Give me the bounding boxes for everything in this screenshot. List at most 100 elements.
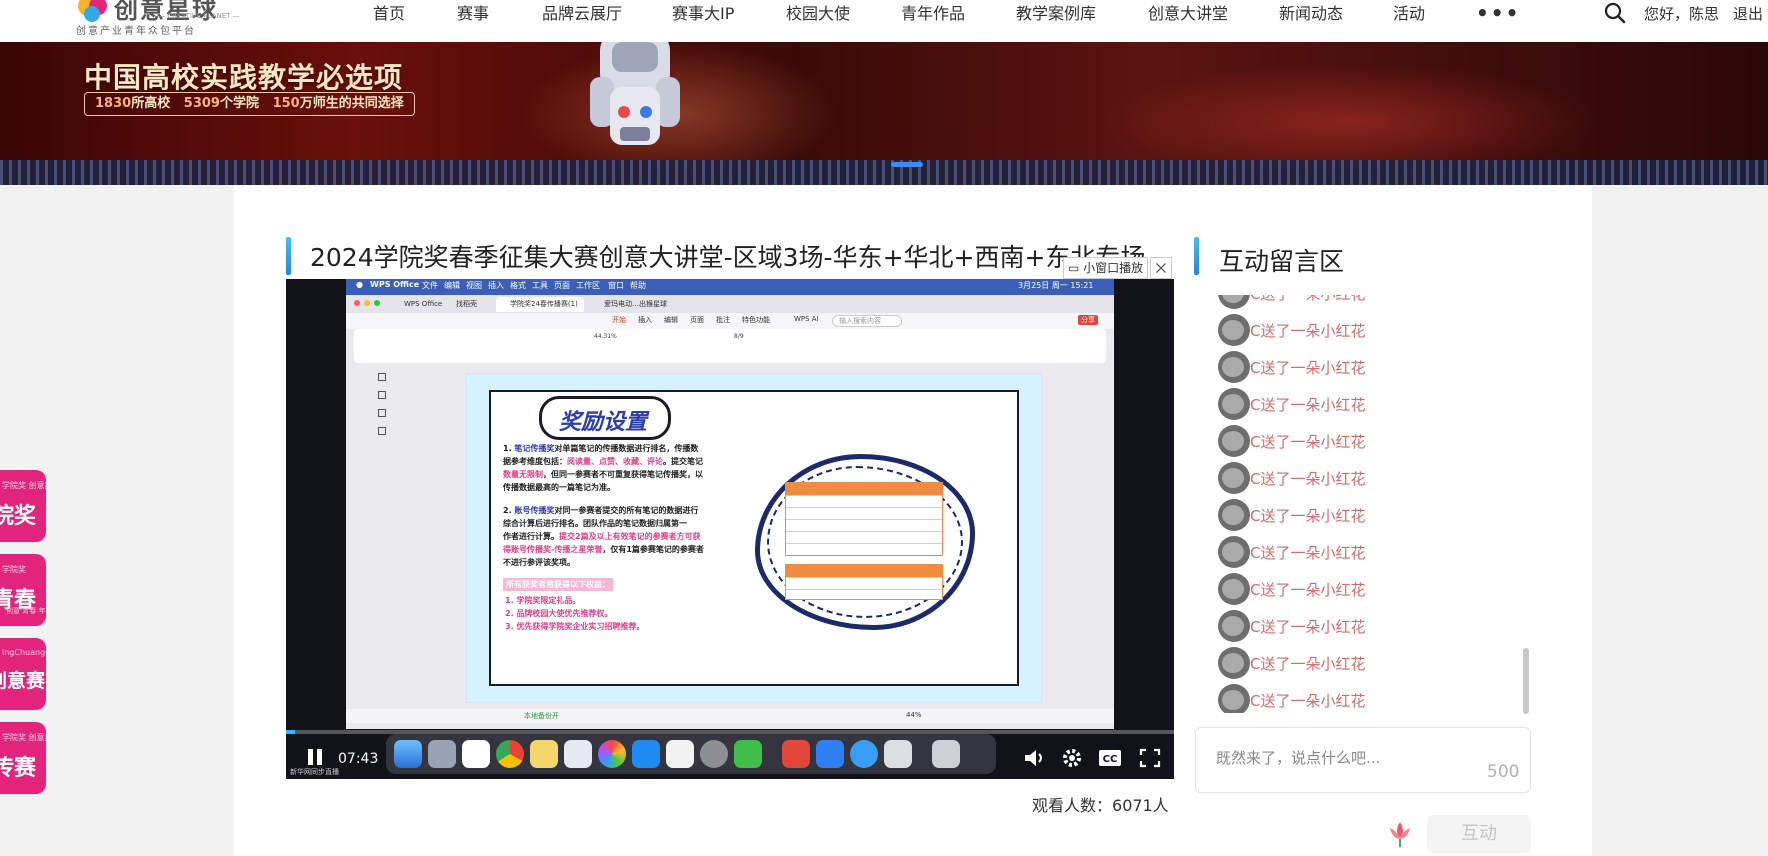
window-zoom-dot <box>374 300 380 306</box>
ribbon-tab: 开始 <box>612 316 626 324</box>
viewer-count-label: 观看人数： <box>1032 796 1113 815</box>
side-tab-tiny-text: 创意 青春 年华 <box>6 607 46 615</box>
bonus-title: 所有获奖者将获得以下权益： <box>503 578 613 591</box>
nav-activities[interactable]: 活动 <box>1393 0 1425 28</box>
chat-message: C送了一朵小红花 <box>1194 460 1524 496</box>
nav-home[interactable]: 首页 <box>373 0 405 28</box>
chat-scrollbar[interactable] <box>1523 648 1529 714</box>
promo-banner[interactable]: 中国高校实践教学必选项 1830所高校 5309个学院 150万师生的共同选择 <box>0 42 1768 185</box>
user-greeting[interactable]: 您好，陈思 <box>1644 0 1719 28</box>
reminders-icon <box>666 740 694 768</box>
user-avatar <box>1218 462 1250 494</box>
banner-headline: 中国高校实践教学必选项 <box>84 61 404 94</box>
mac-dock <box>386 734 996 774</box>
banner-stats: 1830所高校 5309个学院 150万师生的共同选择 <box>84 92 415 116</box>
chat-accent-bar <box>1194 237 1199 275</box>
side-tab-spread-contest[interactable]: 学院奖 创意星球 传赛 <box>0 722 46 794</box>
chat-message: C送了一朵小红花 <box>1194 682 1524 713</box>
ribbon-tab: 编辑 <box>664 316 678 324</box>
logout-link[interactable]: 退出 <box>1733 0 1763 28</box>
nav-event-ip[interactable]: 赛事大IP <box>672 0 734 28</box>
user-avatar <box>1218 425 1250 457</box>
banner-stat-text: 个学院 <box>219 96 259 111</box>
side-tab-college-award[interactable]: 学院奖 创意星球 院奖 <box>0 470 46 542</box>
user-avatar <box>1218 351 1250 383</box>
chat-message: C送了一朵小红花 <box>1194 386 1524 422</box>
calendar-icon <box>462 740 490 768</box>
chat-input-box[interactable] <box>1195 727 1531 793</box>
chrome-icon <box>496 740 524 768</box>
pause-icon[interactable] <box>306 747 324 767</box>
captions-icon[interactable]: CC <box>1098 747 1122 769</box>
top-nav: 创意星球 — CREATIVE PLANET — 创意产业青年众包平台 首页 赛… <box>0 0 1768 42</box>
side-tab-youth[interactable]: 学院奖 青春 创意 青春 年华 <box>0 554 46 626</box>
chat-input[interactable] <box>1216 748 1496 768</box>
status-zoom: 44% <box>906 711 922 719</box>
chat-message-text: C送了一朵小红花 <box>1250 470 1366 488</box>
fullscreen-icon[interactable] <box>1138 747 1162 769</box>
mac-menubar: ● WPS Office 文件 编辑 视图 插入 格式 工具 页面 工作区 窗口… <box>346 279 1114 295</box>
chat-message: C送了一朵小红花 <box>1194 312 1524 348</box>
logo-icon <box>78 0 107 22</box>
wps-tab: 找稻壳 <box>456 300 477 308</box>
banner-stage-floor <box>0 160 1768 185</box>
viewer-count-value: 6071人 <box>1112 796 1169 815</box>
ribbon-tab: 批注 <box>716 316 730 324</box>
menubar-item: 工作区 <box>576 281 600 290</box>
chat-message-text: C送了一朵小红花 <box>1250 507 1366 525</box>
mini-window-button[interactable]: ▭ 小窗口播放 <box>1063 257 1149 279</box>
side-tab-small-text: ingChuangsai <box>2 648 46 657</box>
close-icon[interactable] <box>1150 257 1172 279</box>
logo-english: — CREATIVE PLANET — <box>158 12 240 20</box>
chat-message-list[interactable]: C送了一朵小红花 C送了一朵小红花 C送了一朵小红花 C送了一朵小红花 C送了一朵小红花… <box>1194 295 1524 713</box>
user-avatar <box>1218 573 1250 605</box>
user-avatar <box>1218 536 1250 568</box>
settings-gear-icon[interactable] <box>1060 747 1084 769</box>
side-tab-creative-contest[interactable]: ingChuangsai 创意赛, <box>0 638 46 710</box>
menubar-item: 帮助 <box>630 281 646 290</box>
ribbon-tab: WPS AI <box>794 315 819 323</box>
chat-message: C送了一朵小红花 <box>1194 497 1524 533</box>
search-icon[interactable] <box>1604 2 1626 24</box>
wps-share-button: 分享 <box>1078 315 1098 325</box>
nav-youth-works[interactable]: 青年作品 <box>901 0 965 28</box>
video-player[interactable]: ● WPS Office 文件 编辑 视图 插入 格式 工具 页面 工作区 窗口… <box>286 279 1174 779</box>
preview-icon <box>932 740 960 768</box>
wps-status-bar: 本地备份开 44% <box>346 709 1114 723</box>
banner-stat-num: 1830 <box>95 96 132 111</box>
side-tab-small-text: 学院奖 <box>2 565 26 574</box>
side-tab-small-text: 学院奖 创意星球 <box>2 481 46 490</box>
stream-watermark: 新华网同步直播 <box>290 768 339 776</box>
user-avatar <box>1218 647 1250 679</box>
interact-button[interactable]: 互动 <box>1427 815 1531 853</box>
wps-icon <box>782 740 810 768</box>
settings-icon <box>700 740 728 768</box>
nav-teaching-cases[interactable]: 教学案例库 <box>1016 0 1096 28</box>
ribbon-tab: 插入 <box>638 316 652 324</box>
wps-tab: 爱玛电动…出猴星球 <box>604 300 667 308</box>
video-time: 07:43 <box>338 751 379 767</box>
wps-ribbon-toolbar: 44.31% 8/9 <box>354 329 1106 363</box>
nav-competitions[interactable]: 赛事 <box>457 0 489 28</box>
banner-stat-text: 所高校 <box>131 96 171 111</box>
notes-icon <box>530 740 558 768</box>
menubar-item: 工具 <box>532 281 548 290</box>
svg-text:CC: CC <box>1103 754 1118 765</box>
safari-icon <box>850 740 878 768</box>
backup-status: 本地备份开 <box>524 712 559 720</box>
user-avatar <box>1218 388 1250 420</box>
launchpad-icon <box>428 740 456 768</box>
menubar-item: 文件 <box>422 281 438 290</box>
title-accent-bar <box>286 237 291 275</box>
nav-brand-hall[interactable]: 品牌云展厅 <box>542 0 622 28</box>
nav-news[interactable]: 新闻动态 <box>1279 0 1343 28</box>
nav-creative-lecture[interactable]: 创意大讲堂 <box>1148 0 1228 28</box>
carousel-indicator[interactable] <box>891 162 923 167</box>
volume-icon[interactable] <box>1022 747 1046 769</box>
nav-campus-ambassador[interactable]: 校园大使 <box>786 0 850 28</box>
mini-window-label: 小窗口播放 <box>1083 261 1144 275</box>
wps-tab: WPS Office <box>404 300 443 308</box>
nav-more-button[interactable]: ••• <box>1476 0 1520 26</box>
wechat-icon <box>734 740 762 768</box>
red-flower-icon[interactable] <box>1386 818 1414 848</box>
